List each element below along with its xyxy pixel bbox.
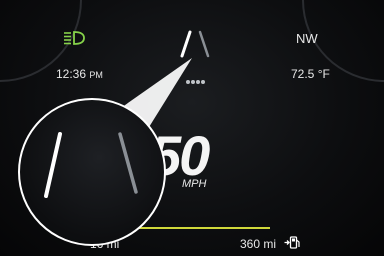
magnified-lane-icon <box>18 98 166 246</box>
instrument-cluster: NW 12:36 PM 72.5 °F 50 MPH 16 mi 360 mi <box>0 0 384 256</box>
lane-departure-icon-large <box>44 132 138 198</box>
